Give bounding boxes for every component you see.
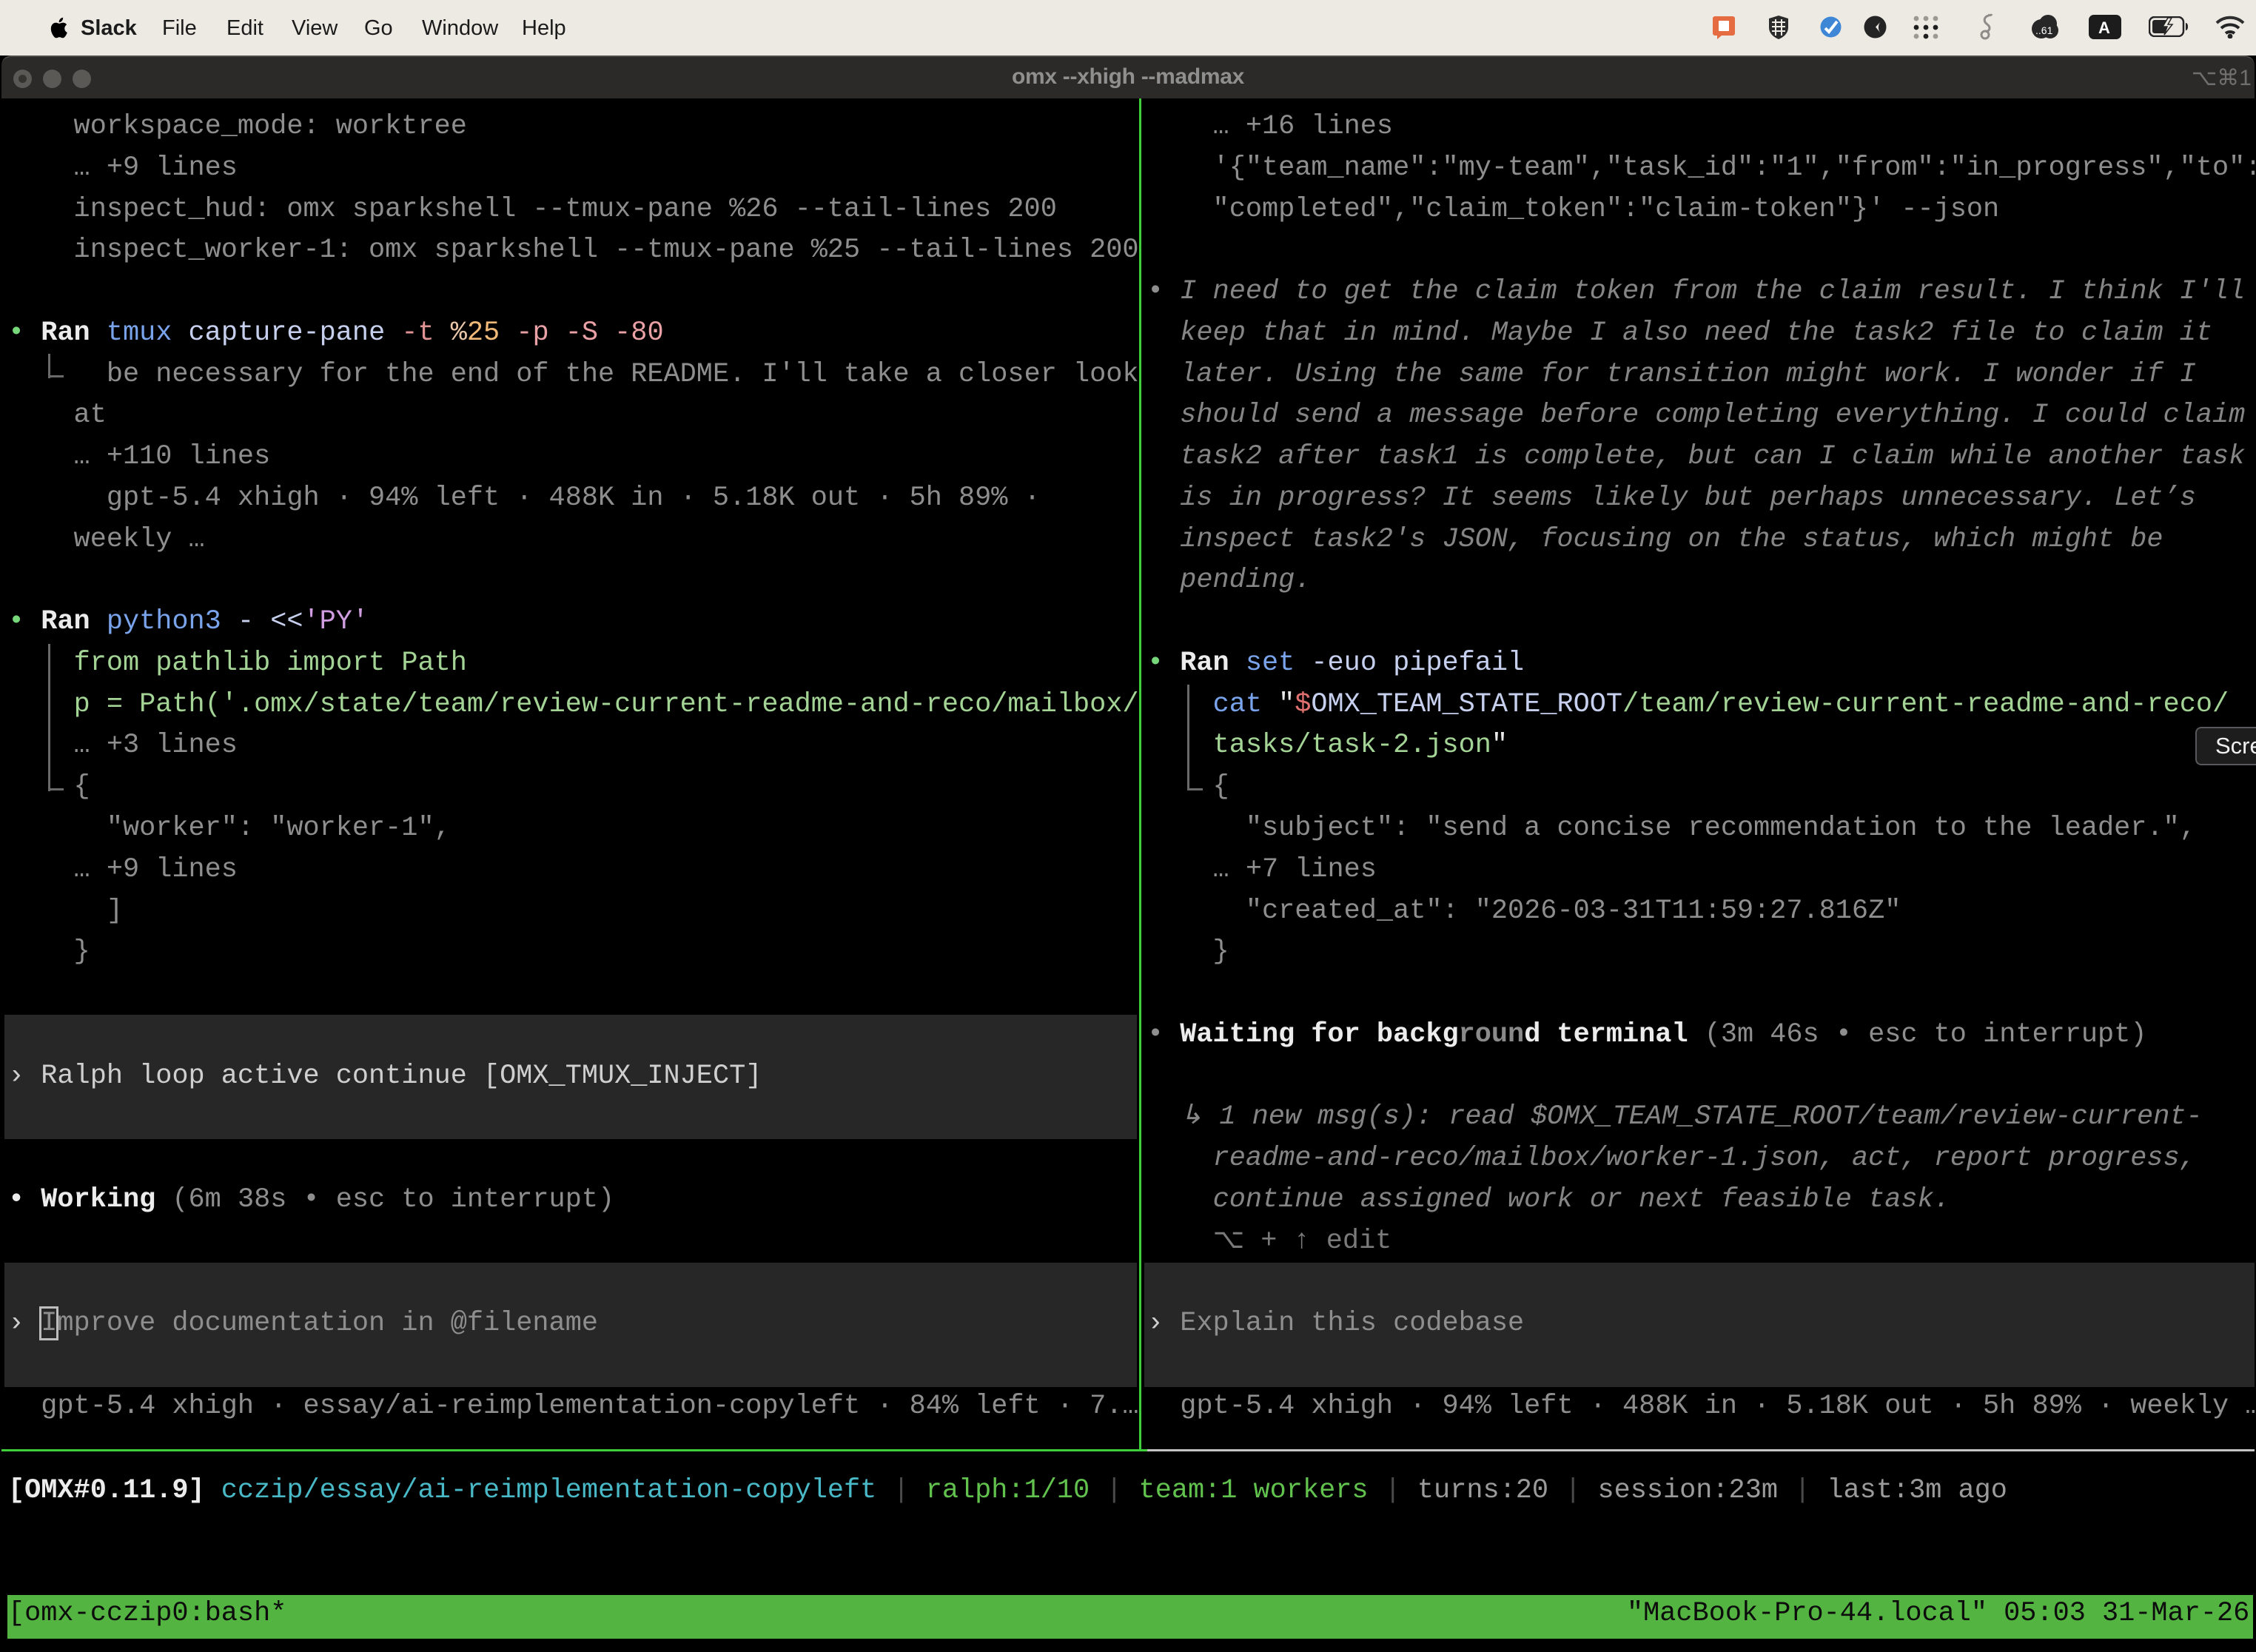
svg-text:..61: ..61 (2035, 24, 2053, 36)
svg-text:A: A (2098, 19, 2110, 37)
